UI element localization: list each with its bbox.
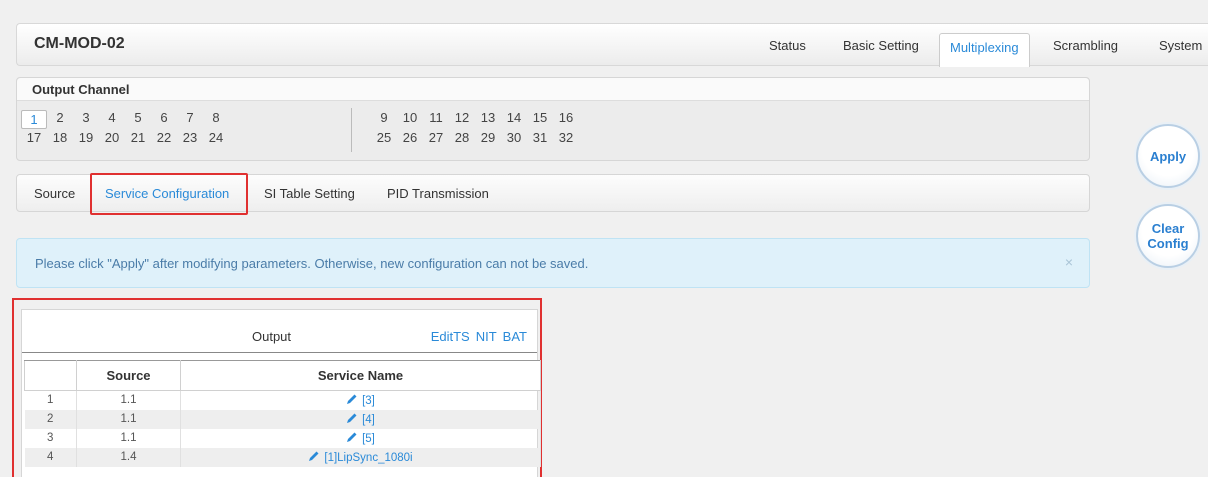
service-name-link[interactable]: [3] (362, 395, 375, 407)
channel-13[interactable]: 13 (475, 110, 501, 125)
table-row: 2 1.1 [4] (24, 409, 541, 429)
output-separator (22, 352, 537, 353)
service-table: Source Service Name 1 1.1 [3] 2 1.1 [4] 3 1.1 [5… (24, 360, 541, 467)
channel-16[interactable]: 16 (553, 110, 579, 125)
clear-config-button[interactable]: Clear Config (1136, 204, 1200, 268)
col-service-name[interactable]: Service Name (180, 360, 541, 391)
nav-basic-setting[interactable]: Basic Setting (843, 38, 919, 53)
nav-status[interactable]: Status (769, 38, 806, 53)
row-index: 1 (24, 390, 77, 410)
channel-29[interactable]: 29 (475, 130, 501, 145)
channel-32[interactable]: 32 (553, 130, 579, 145)
channel-7[interactable]: 7 (177, 110, 203, 125)
row-service-name: [3] (180, 390, 541, 410)
pencil-icon[interactable] (308, 450, 320, 462)
row-index: 3 (24, 428, 77, 448)
device-title: CM-MOD-02 (34, 35, 125, 52)
channel-12[interactable]: 12 (449, 110, 475, 125)
output-panel: Output EditTS NIT BAT Source Service Name … (21, 309, 541, 477)
channel-27[interactable]: 27 (423, 130, 449, 145)
tab-source[interactable]: Source (34, 186, 75, 201)
row-index: 4 (24, 447, 77, 467)
channel-28[interactable]: 28 (449, 130, 475, 145)
channel-6[interactable]: 6 (151, 110, 177, 125)
row-index: 2 (24, 409, 77, 429)
pencil-icon[interactable] (346, 393, 358, 405)
output-channel-panel: Output Channel 1 2 3 4 5 6 7 8 9 10 11 12 13 14 15 16 17… (16, 77, 1090, 161)
nav-system[interactable]: System (1159, 38, 1202, 53)
channel-17[interactable]: 17 (21, 130, 47, 145)
row-service-name: [1]LipSync_1080i (180, 447, 541, 467)
channel-10[interactable]: 10 (397, 110, 423, 125)
channel-21[interactable]: 21 (125, 130, 151, 145)
info-alert: Please click "Apply" after modifying par… (16, 238, 1090, 288)
channel-25[interactable]: 25 (371, 130, 397, 145)
row-service-name: [5] (180, 428, 541, 448)
channel-31[interactable]: 31 (527, 130, 553, 145)
apply-button[interactable]: Apply (1136, 124, 1200, 188)
channel-23[interactable]: 23 (177, 130, 203, 145)
col-index (24, 360, 77, 391)
col-source[interactable]: Source (76, 360, 181, 391)
channel-2[interactable]: 2 (47, 110, 73, 125)
channel-26[interactable]: 26 (397, 130, 423, 145)
header-bar: CM-MOD-02 Status Basic Setting Multiplex… (16, 23, 1208, 67)
channel-11[interactable]: 11 (423, 110, 449, 125)
bat-link[interactable]: BAT (503, 329, 527, 344)
service-name-link[interactable]: [5] (362, 433, 375, 445)
channel-1[interactable]: 1 (21, 110, 47, 129)
output-title: Output (252, 329, 292, 344)
table-row: 4 1.4 [1]LipSync_1080i (24, 447, 541, 467)
nav-scrambling[interactable]: Scrambling (1053, 38, 1118, 53)
channel-20[interactable]: 20 (99, 130, 125, 145)
channel-divider (351, 108, 352, 152)
sub-tabs: Source Service Configuration SI Table Se… (16, 173, 1090, 215)
channel-22[interactable]: 22 (151, 130, 177, 145)
tab-pid-transmission[interactable]: PID Transmission (387, 186, 489, 201)
service-name-link[interactable]: [1]LipSync_1080i (324, 452, 412, 464)
row-source: 1.4 (76, 447, 181, 467)
table-row: 1 1.1 [3] (24, 390, 541, 410)
channel-18[interactable]: 18 (47, 130, 73, 145)
channel-30[interactable]: 30 (501, 130, 527, 145)
row-service-name: [4] (180, 409, 541, 429)
channel-24[interactable]: 24 (203, 130, 229, 145)
channel-4[interactable]: 4 (99, 110, 125, 125)
apply-button-label: Apply (1149, 148, 1187, 164)
close-icon[interactable]: × (1065, 254, 1073, 270)
channel-3[interactable]: 3 (73, 110, 99, 125)
channel-19[interactable]: 19 (73, 130, 99, 145)
channel-5[interactable]: 5 (125, 110, 151, 125)
edit-ts-link[interactable]: EditTS (431, 329, 470, 344)
row-source: 1.1 (76, 409, 181, 429)
highlight-box (90, 173, 248, 215)
pencil-icon[interactable] (346, 412, 358, 424)
output-highlight-frame: Output EditTS NIT BAT Source Service Name … (12, 298, 542, 477)
row-source: 1.1 (76, 390, 181, 410)
alert-message: Please click "Apply" after modifying par… (35, 256, 589, 271)
table-row: 3 1.1 [5] (24, 428, 541, 448)
nav-multiplexing[interactable]: Multiplexing (939, 33, 1030, 67)
output-links: EditTS NIT BAT (425, 329, 527, 344)
row-source: 1.1 (76, 428, 181, 448)
channel-15[interactable]: 15 (527, 110, 553, 125)
service-name-link[interactable]: [4] (362, 414, 375, 426)
tab-si-table-setting[interactable]: SI Table Setting (264, 186, 355, 201)
output-channel-title: Output Channel (17, 78, 1089, 101)
clear-config-label: Clear Config (1147, 221, 1189, 251)
channel-14[interactable]: 14 (501, 110, 527, 125)
nit-link[interactable]: NIT (476, 329, 497, 344)
pencil-icon[interactable] (346, 431, 358, 443)
channel-8[interactable]: 8 (203, 110, 229, 125)
channel-9[interactable]: 9 (371, 110, 397, 125)
